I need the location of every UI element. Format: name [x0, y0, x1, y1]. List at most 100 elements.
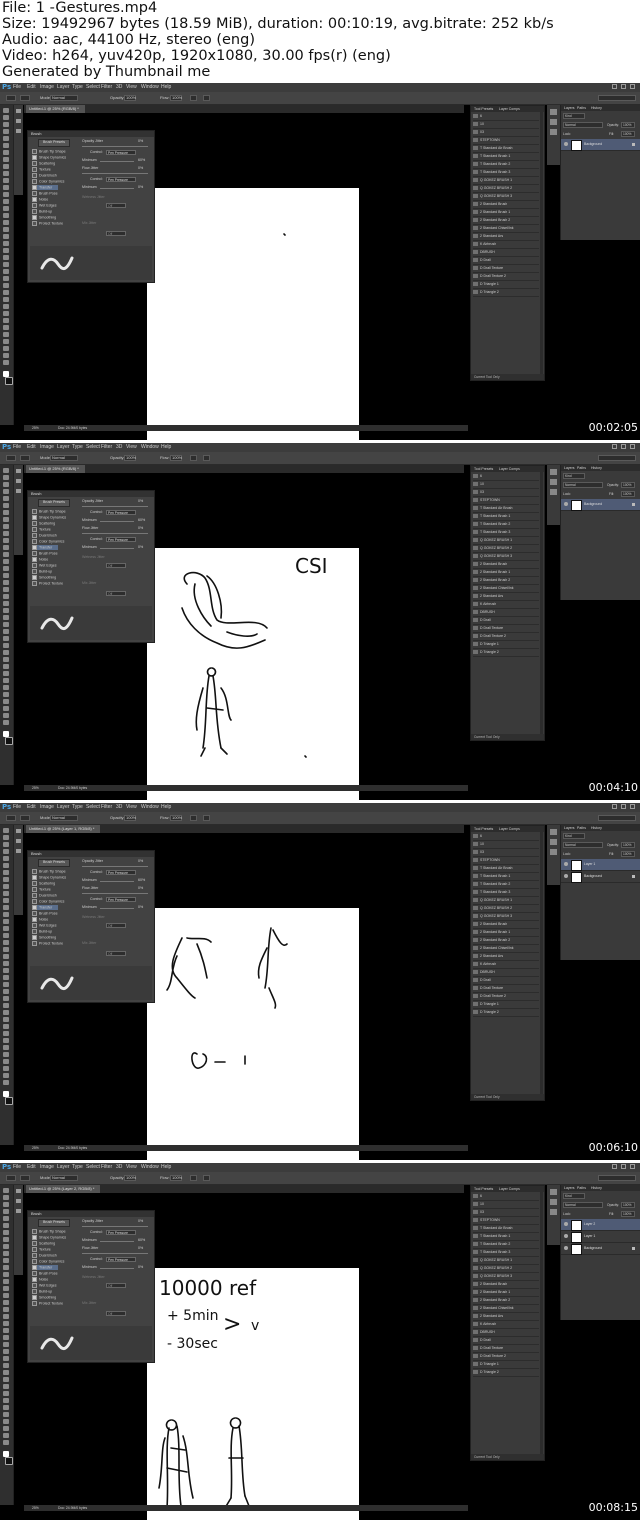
brush-setting-item[interactable]: Wet Edges — [32, 203, 57, 208]
tool-extra-icon[interactable] — [3, 1440, 9, 1445]
menu-item[interactable]: Layer — [57, 443, 70, 452]
tool-extra-icon[interactable] — [3, 269, 9, 274]
preset-item[interactable]: 2 Standard Chisel/Ink — [473, 945, 539, 953]
preset-item[interactable]: D Triangle 2 — [473, 289, 539, 297]
preset-item[interactable]: STEPTOWN — [473, 1217, 539, 1225]
tool-extra-icon[interactable] — [3, 1059, 9, 1064]
preset-item[interactable]: 2 Standard Brush 1 — [473, 569, 539, 577]
document-canvas[interactable]: 10000 ref + 5min - 30sec > v — [147, 1268, 359, 1520]
brush-setting-item[interactable]: Texture — [32, 887, 51, 892]
preset-item[interactable]: Q GOKEZ BRUSH 3 — [473, 193, 539, 201]
minimize-icon[interactable] — [612, 84, 617, 89]
preset-item[interactable]: Q GOKEZ BRUSH 2 — [473, 545, 539, 553]
layers-tab[interactable]: Layers — [564, 465, 575, 471]
preset-item[interactable]: 10 — [473, 1201, 539, 1209]
crop-tool-icon[interactable] — [3, 136, 9, 141]
tool-extra-icon[interactable] — [3, 1328, 9, 1333]
preset-item[interactable]: D Triangle 2 — [473, 1009, 539, 1017]
quick-select-tool-icon[interactable] — [3, 1209, 9, 1214]
checkbox-icon[interactable] — [32, 1247, 37, 1252]
swatches-panel-icon[interactable] — [550, 479, 557, 485]
tool-extra-icon[interactable] — [3, 650, 9, 655]
presets-scrollbar[interactable] — [540, 832, 543, 1094]
checkbox-icon[interactable] — [32, 545, 37, 550]
preset-item[interactable]: T Standard Brush 1 — [473, 513, 539, 521]
tool-extra-icon[interactable] — [3, 664, 9, 669]
adjustments-panel-icon[interactable] — [550, 489, 557, 495]
current-tool-only-toggle[interactable]: Current Tool Only — [471, 374, 544, 380]
layers-tab[interactable]: Layers — [564, 1185, 575, 1191]
tool-extra-icon[interactable] — [3, 1073, 9, 1078]
control2-select[interactable]: Pen Pressure — [106, 897, 136, 902]
checkbox-icon[interactable] — [32, 1295, 37, 1300]
minimize-icon[interactable] — [612, 1164, 617, 1169]
preset-item[interactable]: K Airbrush — [473, 241, 539, 249]
preset-item[interactable]: DBRUSH — [473, 969, 539, 977]
preset-item[interactable]: Q GOKEZ BRUSH 3 — [473, 553, 539, 561]
tool-extra-icon[interactable] — [3, 1003, 9, 1008]
move-tool-icon[interactable] — [3, 468, 9, 473]
brush-setting-item[interactable]: Noise — [32, 917, 48, 922]
color-panel-icon[interactable] — [550, 109, 557, 115]
preset-item[interactable]: T Standard Brush 1 — [473, 873, 539, 881]
brush-dock-icon[interactable] — [16, 109, 21, 113]
swatches-panel-icon[interactable] — [550, 839, 557, 845]
fill-field[interactable]: 100% — [621, 1211, 635, 1217]
layer-filter-kind[interactable]: Kind — [563, 833, 585, 839]
preset-item[interactable]: D Drall — [473, 1337, 539, 1345]
mix-control-select[interactable]: Off — [106, 1311, 126, 1316]
opacity-field[interactable]: 100% — [124, 1175, 136, 1181]
menu-item[interactable]: View — [126, 803, 137, 812]
airbrush-icon[interactable] — [190, 95, 197, 101]
dodge-tool-icon[interactable] — [3, 199, 9, 204]
preset-item[interactable]: T Standard Brush 1 — [473, 1233, 539, 1241]
brush-presets-button[interactable]: Brush Presets — [38, 1219, 70, 1227]
preset-item[interactable]: T Standard Brush 3 — [473, 169, 539, 177]
tool-extra-icon[interactable] — [3, 339, 9, 344]
color-panel-icon[interactable] — [550, 1189, 557, 1195]
brush-setting-item[interactable]: Smoothing — [32, 935, 56, 940]
menu-item[interactable]: Edit — [27, 443, 36, 452]
clone-dock-icon[interactable] — [16, 129, 21, 133]
mode-select[interactable]: Normal — [50, 455, 78, 461]
preset-item[interactable]: 2 Standard Chisel/Ink — [473, 1305, 539, 1313]
document-tab[interactable]: Untitled-1 @ 25% (Layer 2, RGB/8) * — [26, 1185, 101, 1193]
gradient-tool-icon[interactable] — [3, 185, 9, 190]
path-select-tool-icon[interactable] — [3, 1300, 9, 1305]
layer-row[interactable]: Background — [561, 1243, 640, 1255]
current-tool-only-toggle[interactable]: Current Tool Only — [471, 1094, 544, 1100]
opacity-field[interactable]: 100% — [124, 95, 136, 101]
history-brush-tool-icon[interactable] — [3, 1251, 9, 1256]
brush-setting-item[interactable]: Scattering — [32, 161, 55, 166]
tool-extra-icon[interactable] — [3, 248, 9, 253]
checkbox-icon[interactable] — [32, 1265, 37, 1270]
tool-extra-icon[interactable] — [3, 276, 9, 281]
preset-item[interactable]: 6 — [473, 113, 539, 121]
adjustments-panel-icon[interactable] — [550, 1209, 557, 1215]
blur-tool-icon[interactable] — [3, 192, 9, 197]
brush-setting-item[interactable]: Texture — [32, 167, 51, 172]
presets-dock-icon[interactable] — [16, 119, 21, 123]
path-select-tool-icon[interactable] — [3, 940, 9, 945]
shape-tool-icon[interactable] — [3, 947, 9, 952]
checkbox-icon[interactable] — [32, 149, 37, 154]
tool-extra-icon[interactable] — [3, 1031, 9, 1036]
preset-item[interactable]: D Drall — [473, 977, 539, 985]
tool-extra-icon[interactable] — [3, 1405, 9, 1410]
brush-setting-item[interactable]: Shape Dynamics — [32, 515, 66, 520]
menu-item[interactable]: File — [13, 443, 21, 452]
preset-item[interactable]: 10 — [473, 121, 539, 129]
preset-item[interactable]: 2 Standard Chisel/Ink — [473, 225, 539, 233]
menu-item[interactable]: Type — [72, 443, 83, 452]
tool-extra-icon[interactable] — [3, 1335, 9, 1340]
checkbox-icon[interactable] — [32, 527, 37, 532]
close-icon[interactable] — [630, 84, 635, 89]
checkbox-icon[interactable] — [32, 911, 37, 916]
brush-setting-item[interactable]: Brush Pose — [32, 551, 58, 556]
type-tool-icon[interactable] — [3, 1293, 9, 1298]
brush-setting-item[interactable]: Build-up — [32, 1289, 52, 1294]
wetness-control-select[interactable]: Off — [106, 203, 126, 208]
tool-extra-icon[interactable] — [3, 615, 9, 620]
pen-tool-icon[interactable] — [3, 1286, 9, 1291]
tool-extra-icon[interactable] — [3, 699, 9, 704]
